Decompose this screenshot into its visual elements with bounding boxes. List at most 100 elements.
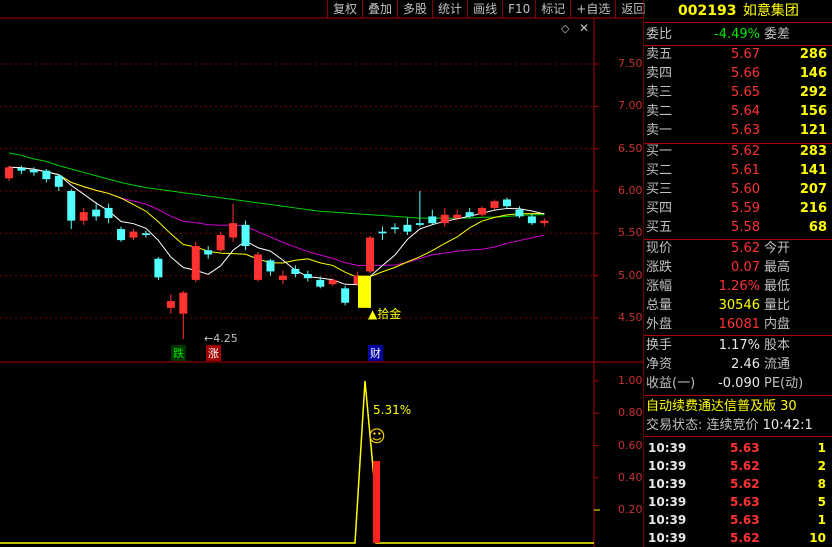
candle-body	[241, 224, 250, 247]
candle-body	[490, 201, 499, 208]
ytick-label: 0.20	[618, 503, 643, 516]
candle-body	[390, 227, 399, 230]
candle-body	[540, 220, 549, 224]
ytick-label: 6.50	[618, 141, 643, 155]
candle-body	[415, 223, 424, 225]
bid-row-5[interactable]: 买五 5.58 68	[646, 219, 832, 237]
tag-down: 跌	[171, 345, 186, 361]
bid-row-3[interactable]: 买三 5.60 207	[646, 181, 832, 199]
ask-row-1[interactable]: 卖一 5.63 121	[646, 122, 832, 140]
stat2-row-1: 净资 2.46 流通	[646, 357, 791, 372]
candle-body	[303, 273, 312, 279]
candle-body	[291, 268, 300, 274]
ytick-label: 5.00	[618, 268, 643, 282]
candle-body	[254, 254, 262, 280]
stat-row-2: 涨幅 1.26% 最低	[646, 279, 791, 294]
smiley-icon: ☺	[368, 427, 386, 447]
tick-row: 10:39 5.62 2	[648, 459, 826, 473]
ma-line	[8, 166, 545, 286]
candle-body	[166, 301, 175, 308]
marker-label: ▲拾金	[368, 307, 402, 321]
stat-row-1: 涨跌 0.07 最高	[646, 260, 791, 275]
ma-line	[8, 166, 545, 267]
stock-header: 002193 如意集团	[646, 0, 832, 22]
stat-row-0: 现价 5.62 今开	[646, 241, 791, 256]
stat2-row-0: 换手 1.17% 股本	[646, 338, 791, 353]
ask-row-4[interactable]: 卖四 5.66 146	[646, 65, 832, 83]
stock-name: 如意集团	[742, 3, 799, 19]
candle-body	[316, 279, 325, 287]
tag-up: 涨	[206, 345, 221, 361]
candle-body	[179, 292, 188, 314]
candle-body	[42, 170, 51, 180]
stat2-row-2: 收益(一) -0.090 PE(动)	[646, 376, 804, 391]
candle-body	[67, 191, 76, 221]
candle-body	[216, 235, 225, 251]
ask-row-3[interactable]: 卖三 5.65 292	[646, 84, 832, 102]
ytick-label: 0.40	[618, 470, 643, 484]
candle-body	[129, 231, 138, 238]
kline-chart[interactable]	[0, 0, 644, 547]
candle-body	[79, 212, 88, 221]
trade-status: 交易状态: 连续竞价 10:42:1	[646, 418, 813, 433]
ytick-label: 1.00	[618, 374, 643, 387]
candle-body	[204, 250, 213, 255]
candle-body	[465, 212, 474, 217]
candle-body	[154, 258, 163, 278]
ytick-label: 0.80	[618, 406, 643, 420]
candle-body	[403, 224, 412, 232]
candle-body	[440, 214, 449, 224]
ytick-label: 5.50	[618, 226, 643, 240]
candle-body	[266, 260, 275, 272]
close-icon[interactable]: ✕	[579, 21, 589, 35]
candle-body	[503, 199, 511, 207]
candle-body	[527, 216, 536, 224]
ytick-label: 0.60	[618, 438, 643, 452]
highlight-candle	[358, 275, 371, 308]
ask-row-2[interactable]: 卖二 5.64 156	[646, 103, 832, 121]
candle-body	[328, 279, 337, 285]
stock-code: 002193	[678, 3, 737, 19]
candle-body	[366, 237, 375, 272]
candle-body	[378, 231, 387, 234]
tick-row: 10:39 5.63 1	[648, 441, 826, 455]
candle-body	[17, 168, 26, 171]
candle-body	[453, 214, 462, 219]
weibi-row: 委比 -4.49% 委差	[646, 27, 791, 42]
candle-body	[92, 209, 101, 217]
candle-body	[117, 229, 126, 241]
stat-row-4: 外盘 16081 内盘	[646, 317, 791, 332]
candle-body	[5, 167, 13, 179]
candle-body	[341, 288, 350, 303]
tick-row: 10:39 5.62 8	[648, 477, 826, 491]
ma-line	[8, 166, 545, 278]
candle-body	[428, 216, 437, 224]
candle-body	[104, 207, 113, 219]
indicator-line	[0, 380, 594, 544]
promo-line[interactable]: 自动续费通达信普及版 30	[646, 398, 832, 416]
stat-row-3: 总量 30546 量比	[646, 298, 791, 313]
candle-body	[229, 223, 238, 238]
candle-body	[478, 207, 487, 215]
tag-finance: 财	[368, 345, 383, 361]
ask-row-5[interactable]: 卖五 5.67 286	[646, 46, 832, 64]
tick-row: 10:39 5.62 10	[648, 531, 826, 545]
candle-body	[29, 169, 38, 173]
ytick-label: 4.50	[618, 311, 643, 324]
bid-row-4[interactable]: 买四 5.59 216	[646, 200, 832, 218]
ma-line	[8, 152, 545, 219]
low-price-label: ←4.25	[204, 332, 238, 345]
tick-row: 10:39 5.63 1	[648, 513, 826, 527]
candle-body	[191, 246, 200, 280]
candle-body	[515, 209, 524, 217]
tick-row: 10:39 5.63 5	[648, 495, 826, 509]
ytick-label: 7.50	[618, 57, 643, 70]
candle-body	[54, 175, 63, 187]
diamond-icon[interactable]: ◇	[561, 22, 569, 35]
bid-row-1[interactable]: 买一 5.62 283	[646, 143, 832, 161]
candle-body	[278, 275, 287, 280]
indicator-bar	[373, 461, 380, 543]
ytick-label: 6.00	[618, 184, 643, 197]
bid-row-2[interactable]: 买二 5.61 141	[646, 162, 832, 180]
lower-indicator-label: 5.31%	[373, 403, 412, 417]
